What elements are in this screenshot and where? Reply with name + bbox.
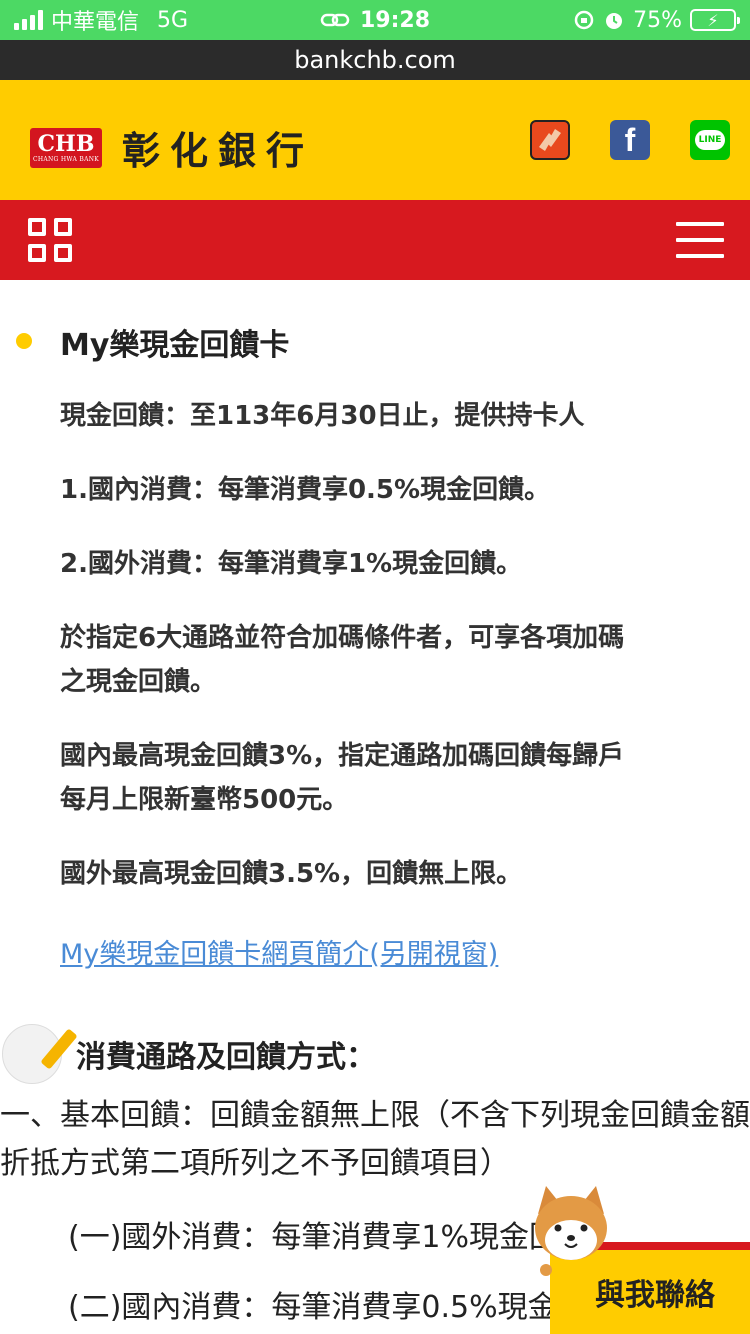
alarm-icon	[606, 13, 623, 29]
domestic-paragraph: 1.國內消費：每筆消費享0.5%現金回饋。	[60, 475, 551, 505]
clock: 19:28	[359, 7, 431, 33]
hand-icon[interactable]	[530, 120, 570, 160]
shiba-dog-icon	[535, 1186, 607, 1276]
line-label: LINE	[694, 130, 726, 150]
chb-logo-mark: CHB CHANG HWA BANK	[30, 127, 102, 168]
card-title: My樂現金回饋卡	[60, 328, 290, 363]
bank-header: CHB CHANG HWA BANK 彰化銀行 f LINE	[0, 80, 750, 200]
url-text: bankchb.com	[294, 46, 456, 74]
nav-bar	[0, 200, 750, 280]
logo-mark-text: CHB	[37, 130, 95, 157]
max-domestic-paragraph: 國內最高現金回饋3%，指定通路加碼回饋每歸戶每月上限新臺幣500元。	[60, 741, 625, 815]
contact-widget[interactable]: 與我聯絡	[520, 1180, 750, 1334]
battery-percent: 75%	[633, 7, 682, 33]
overseas-paragraph: 2.國外消費：每筆消費享1%現金回饋。	[60, 549, 523, 579]
battery-icon: ⚡	[690, 9, 740, 31]
section-header: 消費通路及回饋方式：	[0, 1024, 376, 1084]
url-bar[interactable]: bankchb.com	[0, 40, 750, 80]
basic-cashback-text: 一、基本回饋：回饋金額無上限（不含下列現金回饋金額折抵方式第二項所列之不予回饋項…	[0, 1098, 750, 1181]
hamburger-menu-icon[interactable]	[676, 222, 724, 258]
section-title: 消費通路及回饋方式：	[76, 1040, 376, 1075]
bullet-icon	[16, 333, 32, 349]
max-overseas-paragraph: 國外最高現金回饋3.5%，回饋無上限。	[60, 859, 523, 889]
bonus-paragraph: 於指定6大通路並符合加碼條件者，可享各項加碼之現金回饋。	[60, 623, 625, 697]
link-icon	[320, 13, 350, 27]
bank-name: 彰化銀行	[122, 128, 315, 173]
status-right: 75% ⚡	[573, 0, 740, 40]
grid-menu-icon[interactable]	[28, 218, 72, 262]
cashback-paragraph: 現金回饋：至113年6月30日止，提供持卡人	[60, 401, 585, 431]
line-icon[interactable]: LINE	[690, 120, 730, 160]
bank-logo[interactable]: CHB CHANG HWA BANK 彰化銀行	[30, 120, 314, 175]
status-bar: 中華電信 5G 19:28 75% ⚡	[0, 0, 750, 40]
pen-icon	[2, 1024, 78, 1084]
card-intro-link[interactable]: My樂現金回饋卡網頁簡介(另開視窗)	[60, 932, 498, 971]
social-links: f LINE	[530, 120, 730, 160]
logo-sub-text: CHANG HWA BANK	[32, 155, 100, 163]
facebook-icon[interactable]: f	[610, 120, 650, 160]
rotation-lock-icon	[574, 10, 594, 30]
contact-label: 與我聯絡	[595, 1278, 715, 1313]
